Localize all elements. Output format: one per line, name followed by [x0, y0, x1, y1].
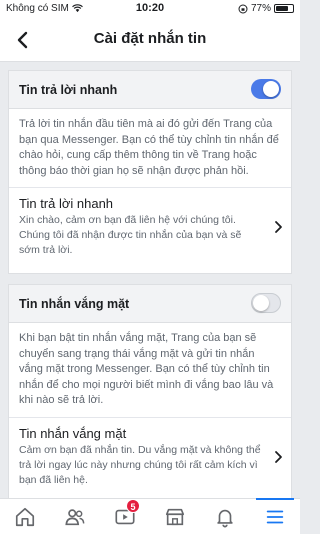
nav-bar: Cài đặt nhắn tin [0, 18, 300, 62]
tab-menu[interactable] [250, 498, 300, 534]
orientation-lock-icon [238, 4, 248, 13]
chevron-right-icon [275, 221, 282, 233]
away-message-card: Tin nhắn vắng mặt Khi bạn bật tin nhắn v… [8, 284, 292, 498]
away-message-item[interactable]: Tin nhắn vắng mặt Cảm ơn bạn đã nhắn tin… [9, 418, 291, 496]
away-message-toggle-row[interactable]: Tin nhắn vắng mặt [9, 285, 291, 323]
tab-home[interactable] [0, 499, 50, 534]
away-message-switch[interactable] [251, 293, 281, 313]
instant-reply-toggle-row[interactable]: Tin trả lời nhanh [9, 71, 291, 109]
away-message-description: Khi bạn bật tin nhắn vắng mặt, Trang của… [9, 323, 291, 418]
instant-reply-toggle-label: Tin trả lời nhanh [19, 83, 118, 97]
settings-content[interactable]: Tin trả lời nhanh Trả lời tin nhắn đầu t… [0, 62, 300, 498]
battery-fill [276, 6, 288, 11]
notifications-icon [217, 509, 233, 527]
instant-reply-description: Trả lời tin nhắn đầu tiên mà ai đó gửi đ… [9, 109, 291, 188]
battery-icon [274, 4, 294, 13]
away-message-toggle-label: Tin nhắn vắng mặt [19, 297, 130, 311]
instant-reply-item-text: Xin chào, cảm ơn bạn đã liên hệ với chún… [19, 214, 242, 256]
instant-reply-switch[interactable] [251, 79, 281, 99]
home-icon [15, 507, 35, 526]
switch-knob [253, 295, 269, 311]
menu-icon [266, 510, 284, 523]
instant-reply-item-title: Tin trả lời nhanh [19, 196, 114, 211]
bottom-tab-bar: 5 [0, 498, 300, 534]
chevron-right-icon [275, 450, 282, 463]
friends-icon [65, 508, 85, 525]
away-message-item-title: Tin nhắn vắng mặt [19, 425, 127, 441]
status-right: 77% [238, 3, 294, 14]
instant-reply-card: Tin trả lời nhanh Trả lời tin nhắn đầu t… [8, 70, 292, 274]
tab-notifications[interactable] [200, 499, 250, 534]
marketplace-icon [165, 508, 185, 525]
tab-friends[interactable] [50, 499, 100, 534]
tab-marketplace[interactable] [150, 499, 200, 534]
away-message-item-text: Cảm ơn bạn đã nhắn tin. Du vắng mặt và k… [19, 443, 261, 486]
tab-watch[interactable]: 5 [100, 499, 150, 534]
switch-knob [263, 81, 279, 97]
status-bar: Không có SIM 10:20 77% [0, 0, 300, 18]
page-title: Cài đặt nhắn tin [93, 30, 207, 47]
watch-badge: 5 [126, 499, 140, 513]
battery-percent: 77% [250, 3, 271, 14]
instant-reply-item[interactable]: Tin trả lời nhanh Xin chào, cảm ơn bạn đ… [9, 188, 291, 266]
